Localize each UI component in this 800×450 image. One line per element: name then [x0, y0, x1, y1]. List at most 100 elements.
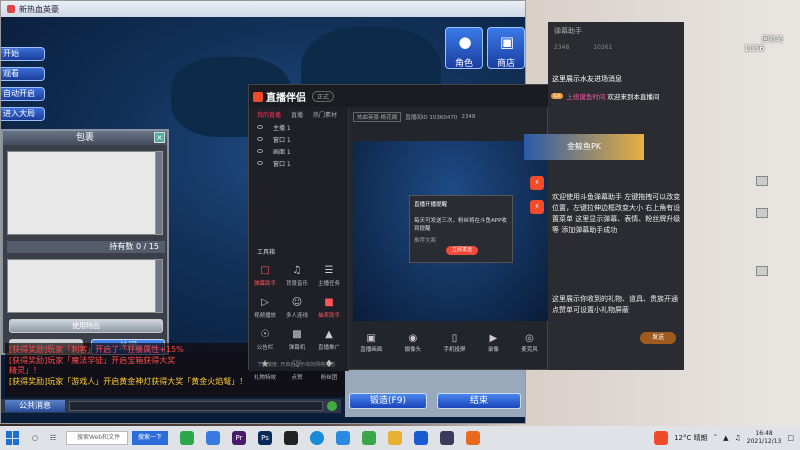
tool-music[interactable]: ♫ 背景音乐 [283, 265, 311, 287]
desktop-file-icon[interactable] [756, 208, 768, 218]
tool-danmu[interactable]: □ 弹幕助手 [251, 265, 279, 287]
game-app-icon[interactable] [440, 431, 454, 445]
bag-title: 包裹 [3, 131, 167, 145]
edge-icon[interactable] [310, 431, 324, 445]
popup-send-button[interactable]: 立即发送 [446, 246, 478, 255]
tray-app-icon[interactable] [654, 431, 669, 445]
recycle-bin-label[interactable]: 回收站 [762, 34, 783, 44]
overlay-followers: 10361 [593, 44, 613, 51]
game-titlebar[interactable]: 新热血英豪 [1, 1, 525, 17]
monitor-icon: ▣ [366, 333, 376, 344]
overlay-send-button[interactable]: 发送 [640, 332, 676, 344]
taskbar-search-button[interactable]: 搜索一下 [132, 431, 168, 445]
eye-icon[interactable] [257, 137, 263, 141]
popup-title: 直播开播提醒 [414, 202, 448, 208]
source-label: 录像 [487, 347, 499, 353]
scene-label: 画面 1 [273, 148, 291, 156]
overlay-username: 上班摸鱼时间 [566, 93, 606, 101]
tool-lottery[interactable]: ■ 抽奖助手 [315, 297, 343, 319]
cart-icon: ▣ [499, 33, 515, 51]
scene-item[interactable]: 窗口 1 [249, 133, 348, 145]
app-icon-blue[interactable] [206, 431, 220, 445]
character-button[interactable]: ● 角色 [445, 27, 483, 69]
eye-icon[interactable] [257, 125, 263, 129]
tab-stream[interactable]: 直播 [291, 110, 303, 119]
shop-label: 商店 [496, 59, 515, 69]
stream-logo: 直播伴侣 [253, 89, 306, 104]
screen-icon: ▩ [292, 329, 302, 340]
tool-linkup[interactable]: ☺ 多人连线 [283, 297, 311, 319]
tool-video[interactable]: ▷ 视频播放 [251, 297, 279, 319]
chevron-up-icon[interactable]: ˄ [714, 434, 718, 442]
game-app-icon [7, 5, 15, 13]
end-button[interactable]: 结束 [437, 393, 521, 409]
weather[interactable]: 12°C 晴朗 [674, 433, 708, 443]
tool-danmu-machine[interactable]: ▩ 弹幕机 [283, 329, 311, 351]
shop-button[interactable]: ▣ 商店 [487, 27, 525, 69]
tool-label: 公告栏 [256, 345, 274, 351]
notification-icon[interactable]: □ [787, 434, 794, 442]
video-icon: ▷ [261, 297, 269, 308]
promote-icon: ▲ [325, 329, 333, 340]
scene-item[interactable]: 窗口 1 [249, 157, 348, 169]
forge-button[interactable]: 锻造(F9) [349, 393, 427, 409]
photoshop-icon[interactable]: Ps [258, 431, 272, 445]
eye-icon[interactable] [257, 161, 263, 165]
network-icon[interactable]: ▲ [723, 434, 728, 442]
windows-start-icon[interactable] [6, 431, 20, 445]
danmu-helper-panel[interactable]: 弹幕助手 2348 10361 这里展示水友进场消息 Lv 上班摸鱼时间 欢迎来… [524, 22, 684, 370]
broadcast-reminder-popup[interactable]: 直播开播提醒 每天可发送三次，粉丝将在斗鱼APP收到提醒 推荐文案 立即发送 [409, 195, 513, 263]
side-button-watch[interactable]: 观看 [1, 67, 45, 81]
overlay-stats: 2348 10361 [548, 40, 684, 55]
stream-companion-window[interactable]: 直播伴侣 正式 我的直播 直播 热门素材 主播 1 窗口 1 画面 1 窗口 1… [248, 84, 549, 381]
search-icon[interactable]: ○ [28, 431, 42, 445]
overlay-instructions: 欢迎使用斗鱼弹幕助手 左键拖拽可以改变位置，左键拉伸边框改变大小 右上角有设置菜… [552, 193, 681, 234]
task-view-icon[interactable]: ☷ [46, 431, 60, 445]
app-icon[interactable] [336, 431, 350, 445]
tool-task[interactable]: ☰ 主播任务 [315, 265, 343, 287]
tool-label: 弹幕机 [288, 345, 306, 351]
chat-send-icon[interactable] [327, 401, 337, 411]
clock[interactable]: 16:48 2021/12/13 [747, 430, 782, 446]
app-icon[interactable] [362, 431, 376, 445]
stream-app-icon[interactable] [466, 431, 480, 445]
premiere-icon[interactable]: Pr [232, 431, 246, 445]
bag-close-icon[interactable]: × [154, 132, 165, 143]
bag-scrollbar[interactable] [155, 151, 163, 235]
tool-promote[interactable]: ▲ 直播推广 [315, 329, 343, 351]
app-icon[interactable] [414, 431, 428, 445]
record-icon: ▶ [489, 333, 498, 344]
source-label: 手机投屏 [443, 347, 466, 353]
stream-room-title: 热血英豪·桃花阁 [353, 112, 402, 122]
stream-preview[interactable]: 直播开播提醒 每天可发送三次，粉丝将在斗鱼APP收到提醒 推荐文案 立即发送 [353, 141, 549, 321]
character-label: 角色 [454, 59, 473, 69]
scene-item[interactable]: 画面 1 [249, 145, 348, 157]
tool-label: 抽奖助手 [317, 313, 340, 319]
tool-notice[interactable]: ☉ 公告栏 [251, 329, 279, 351]
overlay-title: 弹幕助手 [554, 27, 582, 35]
eye-icon[interactable] [257, 149, 263, 153]
stream-titlebar[interactable]: 直播伴侣 正式 [249, 85, 549, 107]
side-button-auto[interactable]: 自动开启 [1, 87, 45, 101]
bag-use-bar[interactable]: 使用物品 [9, 319, 163, 333]
bag-item-list[interactable] [7, 151, 157, 235]
volume-icon[interactable]: ♫ [735, 434, 741, 442]
side-button-enter[interactable]: 进入大局 [1, 107, 45, 121]
notice-icon: ☉ [260, 329, 270, 340]
bag-detail-scrollbar[interactable] [155, 259, 163, 313]
desktop-file-icon[interactable] [756, 176, 768, 186]
folder-icon[interactable] [388, 431, 402, 445]
chat-input[interactable] [69, 401, 323, 411]
tab-materials[interactable]: 热门素材 [313, 110, 337, 119]
desktop-file-icon[interactable] [756, 266, 768, 276]
tab-my-stream[interactable]: 我的直播 [257, 110, 281, 119]
qq-icon[interactable] [284, 431, 298, 445]
taskbar-search-input[interactable]: 搜索Web和文件 [66, 431, 128, 445]
side-button-start[interactable]: 开始 [1, 47, 45, 61]
chat-channel-button[interactable]: 公共消息 [5, 400, 65, 412]
tool-label: 弹幕助手 [253, 281, 276, 287]
scene-item[interactable]: 主播 1 [249, 121, 348, 133]
app-icon-green[interactable] [180, 431, 194, 445]
stream-logo-text: 直播伴侣 [266, 92, 306, 104]
bag-window[interactable]: 包裹 × 持有数 0 / 15 使用物品 丢弃 关闭 [1, 129, 169, 355]
